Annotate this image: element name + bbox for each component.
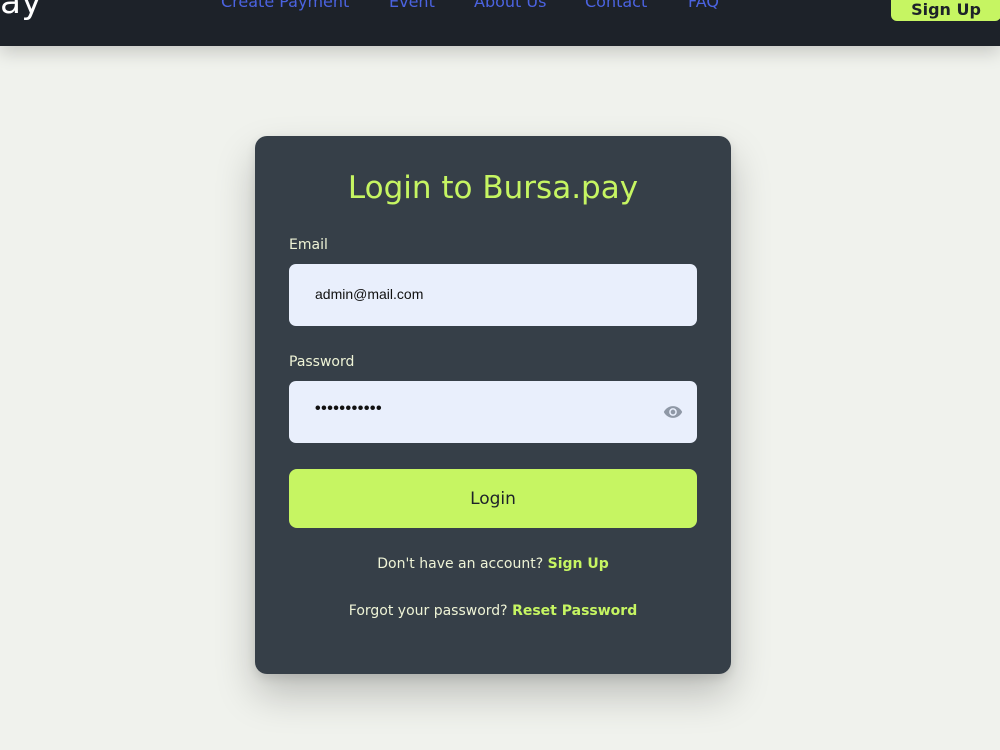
top-navbar: pay Create Payment Event About Us Contac… [0, 0, 1000, 46]
login-title: Login to Bursa.pay [347, 170, 639, 206]
nav-event[interactable]: Event [389, 0, 435, 11]
forgot-prompt: Forgot your password? [348, 603, 508, 619]
brand-logo[interactable]: pay [0, 0, 42, 22]
reset-password-link[interactable]: Reset Password [512, 603, 637, 619]
header-signup-button[interactable]: Sign Up [891, 0, 1000, 21]
email-value: admin@mail.com [315, 286, 424, 302]
login-card: Login to Bursa.pay Email admin@mail.com … [255, 136, 731, 674]
forgot-password-line: Forgot your password? Reset Password [255, 603, 731, 619]
password-label: Password [289, 354, 355, 370]
password-value: ••••••••••• [315, 400, 383, 417]
signup-link[interactable]: Sign Up [548, 556, 609, 572]
nav-create-payment[interactable]: Create Payment [221, 0, 349, 11]
email-field[interactable]: admin@mail.com [289, 264, 697, 326]
email-label: Email [289, 237, 328, 253]
eye-icon[interactable] [663, 403, 683, 421]
signup-prompt: Don't have an account? [377, 556, 544, 572]
login-button[interactable]: Login [289, 469, 697, 528]
nav-contact[interactable]: Contact [585, 0, 647, 11]
nav-faq[interactable]: FAQ [688, 0, 719, 11]
signup-prompt-line: Don't have an account? Sign Up [255, 556, 731, 572]
nav-about-us[interactable]: About Us [474, 0, 546, 11]
password-field[interactable]: ••••••••••• [289, 381, 697, 443]
